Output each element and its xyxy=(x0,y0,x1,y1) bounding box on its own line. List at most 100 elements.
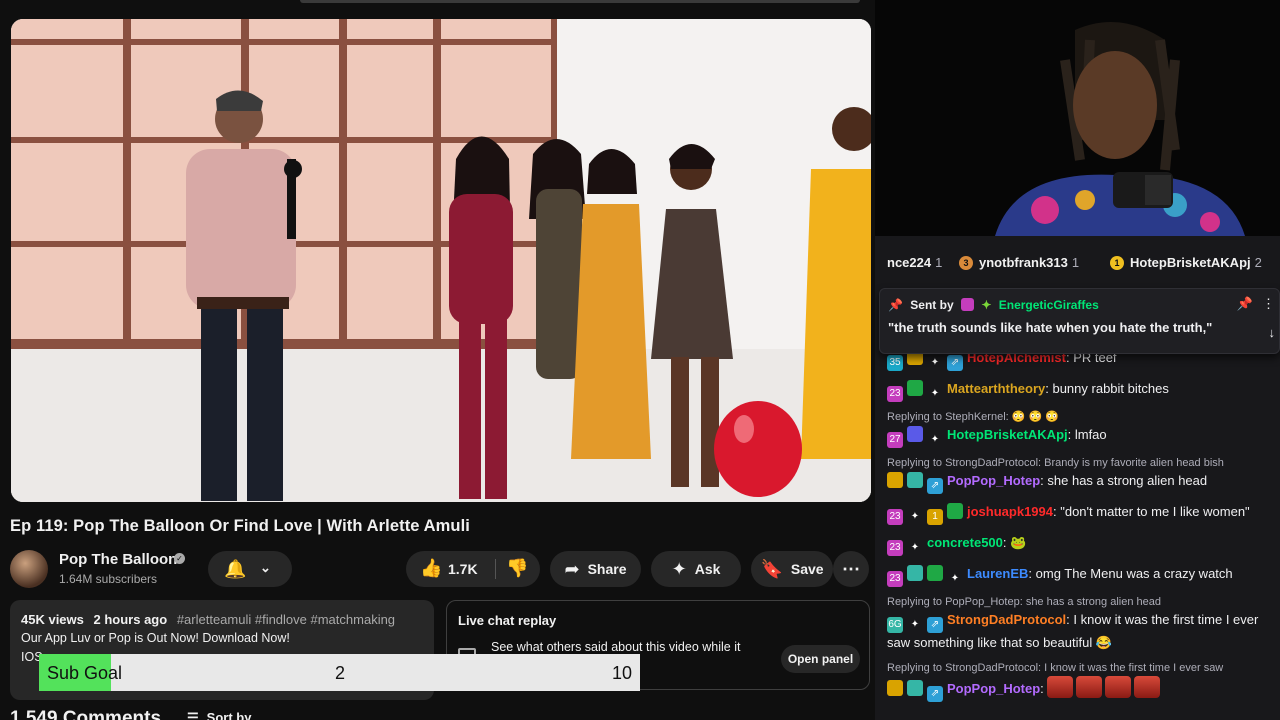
chat-badge-icon: ⇗ xyxy=(927,686,943,702)
video-title: Ep 119: Pop The Balloon Or Find Love | W… xyxy=(10,517,470,535)
message-line: 23 ✦ concrete500: 🐸 xyxy=(887,533,1272,556)
chat-badge-icon: 23 xyxy=(887,386,903,402)
leaderboard-entry[interactable]: nce224 1 xyxy=(887,255,942,270)
chat-badge-icon xyxy=(947,503,963,519)
message-line: 23 ✦ Mattearththeory: bunny rabbit bitches xyxy=(887,379,1272,402)
sort-by-button[interactable]: ☰ Sort by xyxy=(187,710,251,720)
star-badge-icon: ✦ xyxy=(981,298,992,312)
chat-badge-icon xyxy=(887,680,903,696)
save-label: Save xyxy=(790,561,824,577)
pinned-text: "the truth sounds like hate when you hat… xyxy=(888,320,1213,335)
chat-text: : xyxy=(1040,681,1048,696)
reply-context: Replying to StrongDadProtocol: I know it… xyxy=(887,662,1224,674)
pin-icon: 📌 xyxy=(888,298,903,312)
chat-badge-icon xyxy=(907,380,923,396)
upload-age: 2 hours ago xyxy=(93,612,168,627)
ask-button[interactable]: ✦ Ask xyxy=(651,551,741,587)
twitch-chat: nce224 1 3 ynotbfrank313 1 1 HotepBrisketAKA… xyxy=(875,236,1280,720)
chat-message[interactable]: 23 ✦ concrete500: 🐸 xyxy=(875,529,1280,560)
subscribed-bell-button[interactable]: 🔔 ⌄ xyxy=(208,551,292,587)
video-player[interactable] xyxy=(11,19,871,502)
channel-avatar[interactable] xyxy=(10,550,48,588)
leaderboard-count: 2 xyxy=(1254,255,1262,270)
chat-badge-icon xyxy=(907,565,923,581)
thumbs-up-icon[interactable]: 👍 xyxy=(420,558,442,579)
rank-badge-icon: 1 xyxy=(1110,256,1124,270)
chat-username[interactable]: PopPop_Hotep xyxy=(947,473,1040,488)
bookmark-icon: 🔖 xyxy=(760,558,783,579)
sub-badge-icon xyxy=(960,298,974,311)
chat-username[interactable]: HotepBrisketAKApj xyxy=(947,427,1068,442)
chat-badge-icon: 23 xyxy=(887,571,903,587)
open-panel-button[interactable]: Open panel xyxy=(781,645,860,673)
chat-badge-icon: ✦ xyxy=(930,388,940,399)
chat-username[interactable]: Mattearththeory xyxy=(947,381,1045,396)
chat-message-list: 35 ✦ ⇗ HotepAlchemist: PR teef 23 ✦ Matteartht… xyxy=(875,344,1280,706)
chat-badge-icon: 1 xyxy=(927,509,943,525)
leaderboard-entry[interactable]: 3 ynotbfrank313 1 xyxy=(959,255,1079,270)
like-count[interactable]: 1.7K xyxy=(448,561,478,577)
like-dislike-group: 👍 1.7K 👎 xyxy=(406,551,540,587)
share-arrow-icon: ➦ xyxy=(564,558,580,579)
gift-leaderboard: nce224 1 3 ynotbfrank313 1 1 HotepBrisketAKA… xyxy=(875,236,1280,288)
chat-message[interactable]: Replying to StephKernel: 😳 😳 😳 27 ✦ HotepBr… xyxy=(875,406,1280,452)
chat-text: : she has a strong alien head xyxy=(1040,473,1208,488)
video-frame xyxy=(11,19,871,502)
share-button[interactable]: ➦ Share xyxy=(550,551,641,587)
chat-text: : "don't matter to me I like women" xyxy=(1053,504,1250,519)
pinned-user[interactable]: EnergeticGiraffes xyxy=(999,298,1099,312)
share-label: Share xyxy=(587,561,627,577)
chat-message[interactable]: 23 ✦ 1 joshuapk1994: "don't matter to me I … xyxy=(875,498,1280,529)
chat-badge-icon xyxy=(907,472,923,488)
chat-badge-icon: ✦ xyxy=(910,619,920,630)
chat-message[interactable]: Replying to StrongDadProtocol: Brandy is… xyxy=(875,452,1280,498)
chat-text: : lmfao xyxy=(1067,427,1107,442)
message-line: 6G ✦ ⇗ StrongDadProtocol: I know it was the… xyxy=(887,610,1272,653)
chat-message[interactable]: 23 ✦ LaurenEB: omg The Menu was a crazy wa… xyxy=(875,560,1280,591)
channel-name[interactable]: Pop The Balloon xyxy=(59,551,177,568)
channel-row: Pop The Balloon ✓ 1.64M subscribers 🔔 ⌄ … xyxy=(10,548,870,590)
leaderboard-count: 1 xyxy=(935,255,943,270)
description-meta: 45K views 2 hours ago #arletteamuli #fin… xyxy=(21,612,395,627)
ask-label: Ask xyxy=(694,561,721,577)
like-divider xyxy=(495,559,496,579)
message-line: 27 ✦ HotepBrisketAKApj: lmfao xyxy=(887,425,1272,448)
chat-badge-icon: ⇗ xyxy=(927,617,943,633)
live-chat-title: Live chat replay xyxy=(458,613,557,628)
chat-username[interactable]: concrete500 xyxy=(927,535,1003,550)
scroll-down-icon[interactable]: ↓ xyxy=(1269,325,1276,340)
chat-badge-icon xyxy=(907,680,923,696)
chat-text: : 🐸 xyxy=(1002,535,1027,550)
sort-label: Sort by xyxy=(206,710,252,720)
chat-username[interactable]: joshuapk1994 xyxy=(967,504,1053,519)
leaderboard-entry[interactable]: 1 HotepBrisketAKApj 2 xyxy=(1110,255,1262,270)
chat-username[interactable]: PopPop_Hotep xyxy=(947,681,1040,696)
comments-count: 1,549 Comments xyxy=(10,708,162,720)
chat-message[interactable]: 23 ✦ Mattearththeory: bunny rabbit bitches xyxy=(875,375,1280,406)
reply-context: Replying to StrongDadProtocol: Brandy is… xyxy=(887,457,1224,469)
chat-badge-icon xyxy=(927,565,943,581)
pinned-message[interactable]: 📌 Sent by ✦ EnergeticGiraffes "the truth… xyxy=(879,288,1280,354)
chat-badge-icon: ⇗ xyxy=(947,355,963,371)
chat-username[interactable]: StrongDadProtocol xyxy=(947,612,1066,627)
leaderboard-user: HotepBrisketAKApj xyxy=(1130,255,1251,270)
angry-face-emote-icon xyxy=(1105,676,1132,698)
thumbs-down-icon[interactable]: 👎 xyxy=(506,558,528,579)
more-options-icon[interactable]: ⋮ xyxy=(1262,296,1275,312)
angry-face-emote-icon xyxy=(1047,676,1074,698)
save-button[interactable]: 🔖 Save xyxy=(751,551,833,587)
angry-face-emote-icon xyxy=(1076,676,1103,698)
more-actions-button[interactable]: ⋯ xyxy=(833,551,869,587)
chat-username[interactable]: LaurenEB xyxy=(967,566,1028,581)
pin-icon[interactable]: 📌 xyxy=(1237,296,1253,312)
message-line: ⇗ PopPop_Hotep: she has a strong alien he… xyxy=(887,471,1272,494)
hashtags[interactable]: #arletteamuli #findlove #matchmaking xyxy=(177,612,395,627)
view-count: 45K views xyxy=(21,612,84,627)
sub-goal-label: Sub Goal xyxy=(47,663,123,683)
bell-icon: 🔔 xyxy=(224,559,247,579)
chat-message[interactable]: Replying to StrongDadProtocol: I know it… xyxy=(875,657,1280,706)
sub-goal-overlay: Sub Goal 2 10 xyxy=(39,654,640,691)
chat-message[interactable]: Replying to PopPop_Hotep: she has a stro… xyxy=(875,591,1280,657)
pinned-header: 📌 Sent by ✦ EnergeticGiraffes xyxy=(888,298,1099,312)
chat-text: : bunny rabbit bitches xyxy=(1045,381,1169,396)
